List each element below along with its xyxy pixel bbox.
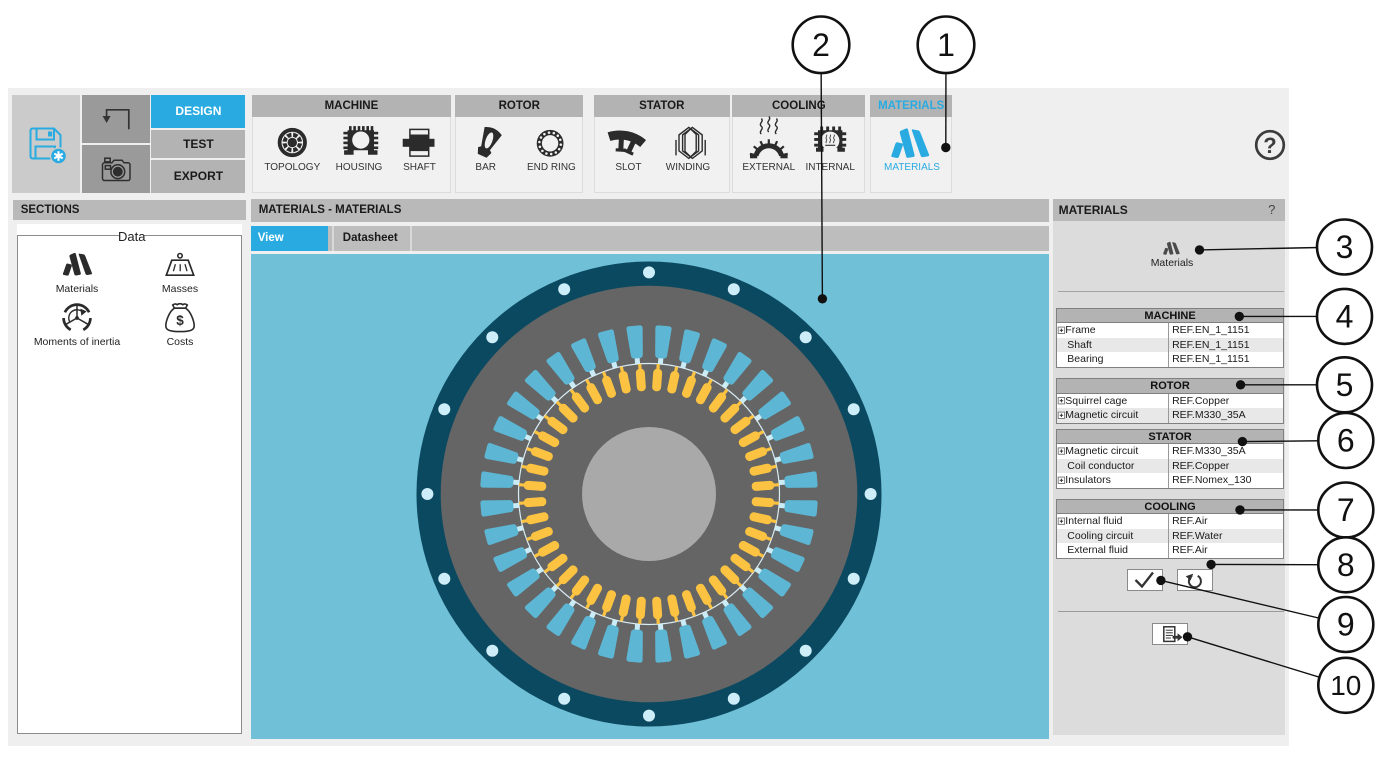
svg-text:2: 2 <box>812 27 830 63</box>
svg-text:5: 5 <box>1336 367 1354 403</box>
svg-text:1: 1 <box>937 27 955 63</box>
svg-text:8: 8 <box>1337 547 1355 583</box>
svg-text:9: 9 <box>1337 607 1355 643</box>
svg-text:7: 7 <box>1337 492 1355 528</box>
svg-text:10: 10 <box>1330 670 1361 701</box>
svg-text:3: 3 <box>1336 229 1354 265</box>
svg-text:6: 6 <box>1337 423 1355 459</box>
svg-text:4: 4 <box>1336 299 1354 335</box>
